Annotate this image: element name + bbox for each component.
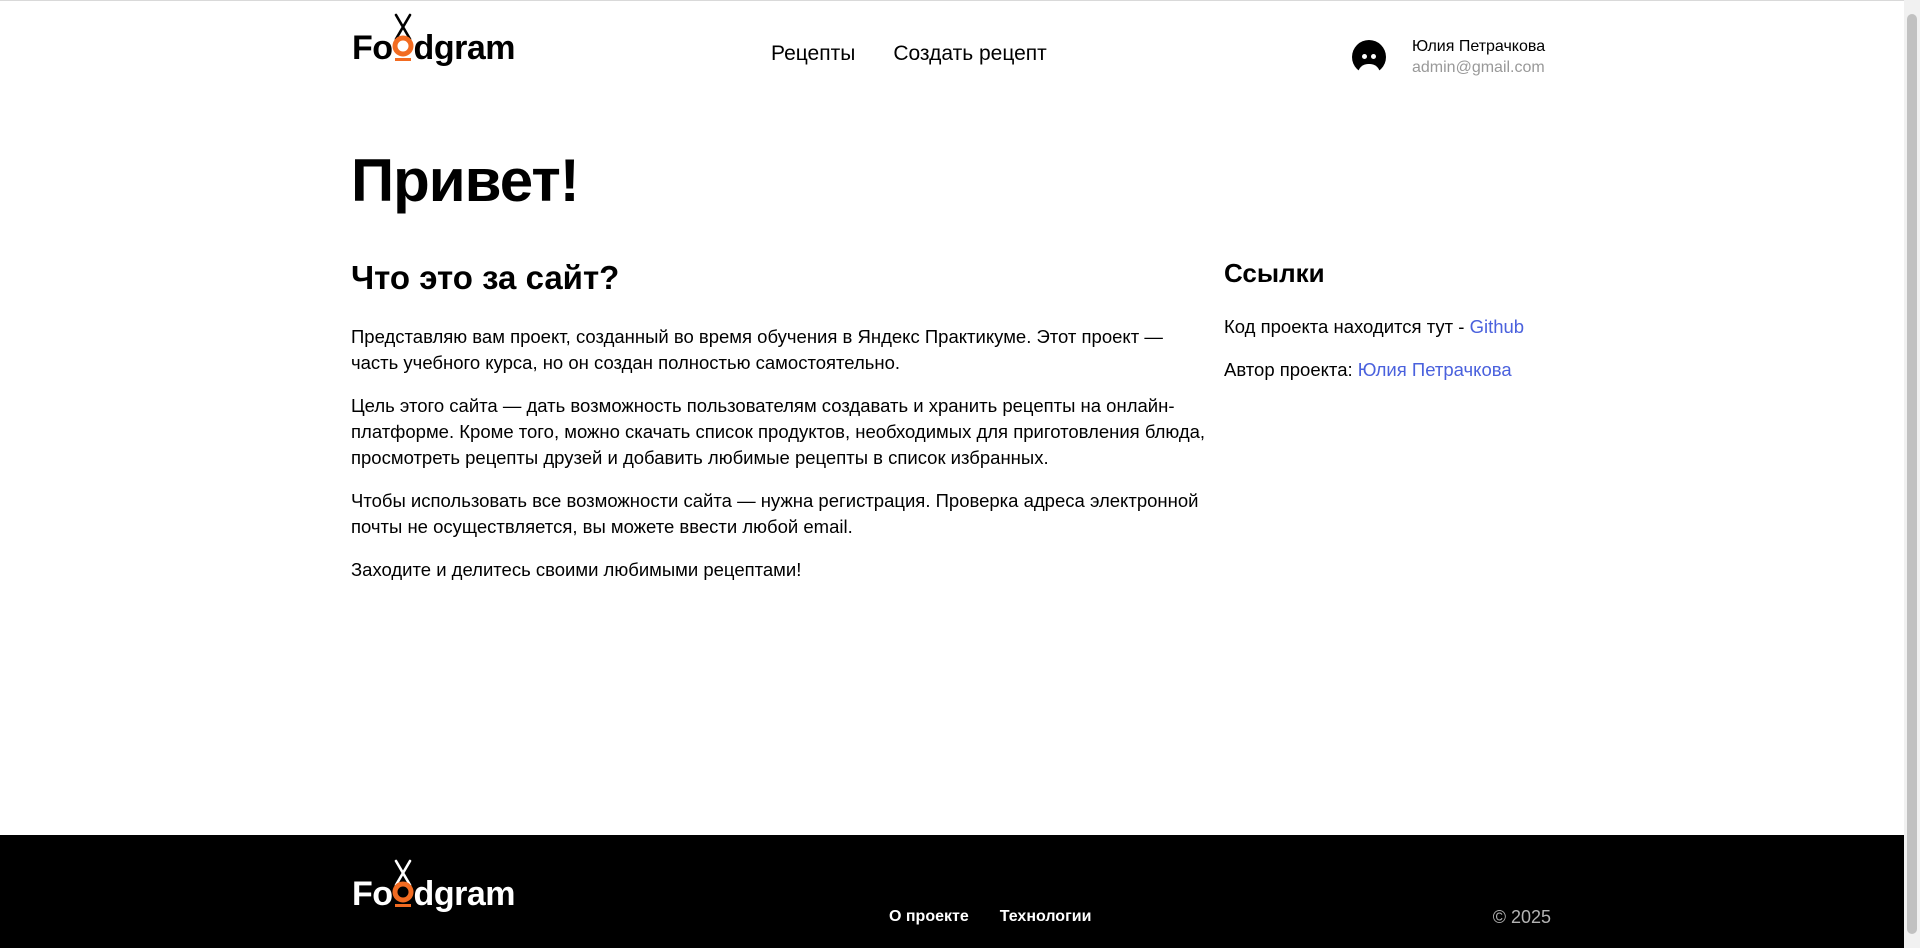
site-footer: Fo dgram О проекте Технологии © 2025	[0, 835, 1904, 948]
logo[interactable]: Fo dgram	[352, 13, 516, 67]
chopsticks-bowl-icon	[392, 859, 414, 911]
chopsticks-bowl-icon	[392, 13, 414, 65]
links-heading: Ссылки	[1224, 258, 1325, 288]
logo-text-start: Fo	[352, 29, 393, 67]
footer-logo-text-end: dgram	[413, 875, 516, 913]
author-link-label: Автор проекта:	[1224, 359, 1358, 381]
about-heading: Что это за сайт?	[351, 259, 620, 296]
about-paragraph: Чтобы использовать все возможности сайта…	[351, 489, 1199, 537]
author-link[interactable]: Юлия Петрачкова	[1358, 359, 1512, 380]
user-email: admin@gmail.com	[1412, 59, 1545, 76]
links-section: Ссылки Код проекта находится тут - Githu…	[1224, 258, 1564, 399]
code-link-row: Код проекта находится тут - Github	[1224, 313, 1564, 341]
about-paragraph: Представляю вам проект, созданный во вре…	[351, 325, 1163, 373]
author-link-row: Автор проекта: Юлия Петрачкова	[1224, 356, 1564, 384]
site-header: Fo dgram Рецепты Создать рецепт Юлия Пет…	[0, 1, 1904, 95]
nav-create-recipe-link[interactable]: Создать рецепт	[893, 42, 1046, 66]
copyright: © 2025	[1492, 907, 1551, 927]
footer-logo[interactable]: Fo dgram	[352, 859, 516, 913]
user-name: Юлия Петрачкова	[1412, 38, 1546, 55]
vertical-scrollbar[interactable]	[1904, 0, 1920, 948]
main-nav: Рецепты Создать рецепт	[771, 42, 1047, 66]
about-paragraph: Заходите и делитесь своими любимыми реце…	[351, 558, 802, 580]
about-section: Что это за сайт? Представляю вам проект,…	[351, 258, 1211, 600]
footer-technologies-link[interactable]: Технологии	[1000, 908, 1092, 926]
footer-about-link[interactable]: О проекте	[889, 908, 969, 926]
code-link-label: Код проекта находится тут -	[1224, 316, 1470, 338]
github-link[interactable]: Github	[1470, 316, 1525, 337]
logo-text-end: dgram	[413, 29, 516, 67]
user-info: Юлия Петрачкова admin@gmail.com	[1412, 37, 1545, 78]
about-paragraph: Цель этого сайта — дать возможность поль…	[351, 394, 1206, 468]
footer-nav: О проекте Технологии	[889, 908, 1091, 926]
footer-logo-text-start: Fo	[352, 875, 393, 913]
nav-recipes-link[interactable]: Рецепты	[771, 42, 855, 66]
user-menu[interactable]: Юлия Петрачкова admin@gmail.com	[1352, 37, 1545, 78]
user-avatar-icon[interactable]	[1352, 40, 1386, 74]
page: Fo dgram Рецепты Создать рецепт Юлия Пет…	[0, 0, 1920, 948]
page-title: Привет!	[351, 147, 580, 214]
scrollbar-thumb[interactable]	[1907, 14, 1917, 934]
